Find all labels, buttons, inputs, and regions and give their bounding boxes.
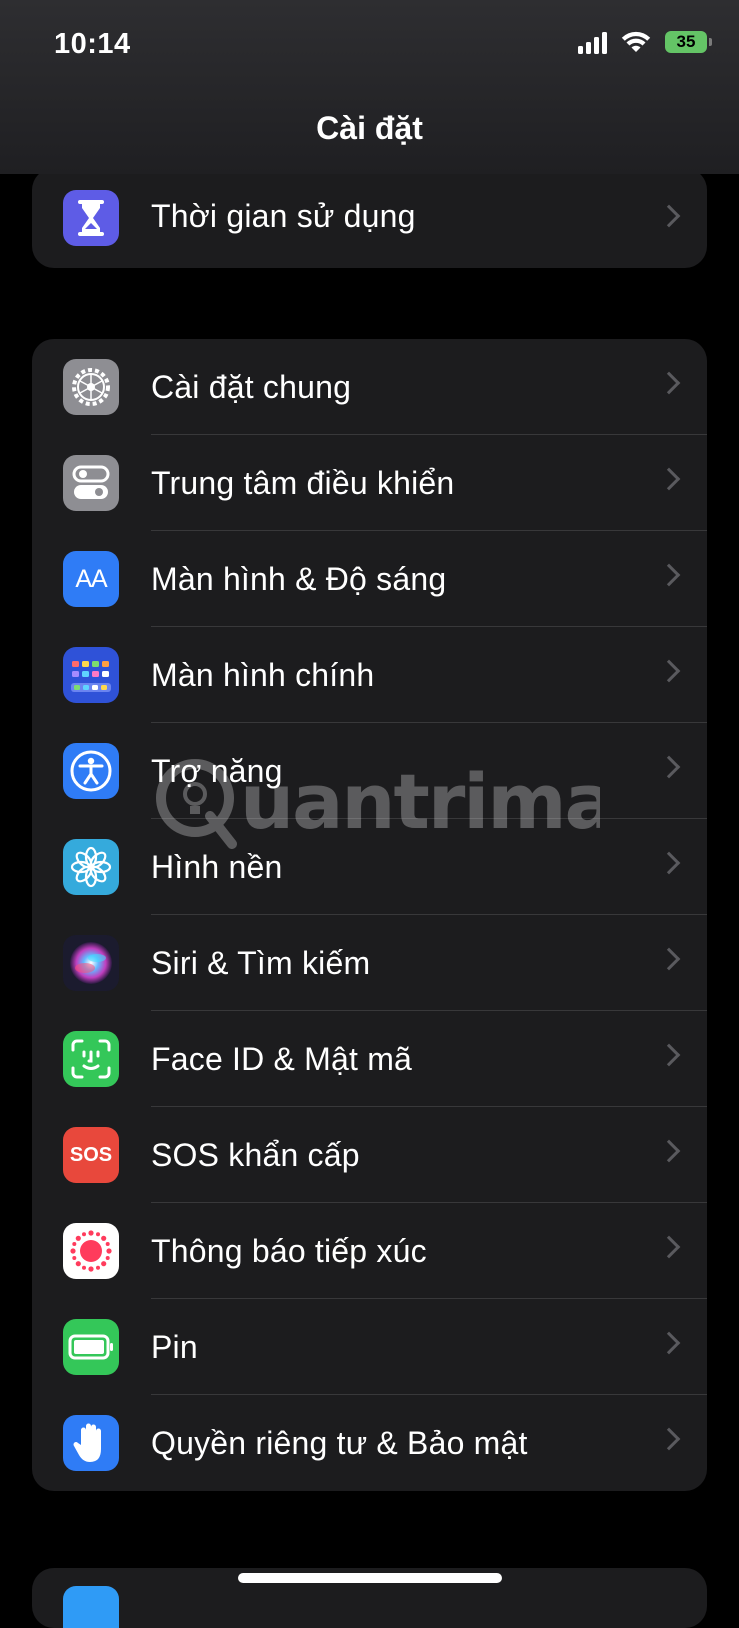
hourglass-icon [63,190,119,246]
settings-row-label: Trợ năng [151,752,283,789]
battery-icon [63,1319,119,1375]
settings-row-face-id[interactable]: Face ID & Mật mã [32,1011,707,1107]
siri-icon [63,935,119,991]
settings-row-battery[interactable]: Pin [32,1299,707,1395]
chevron-right-icon [657,467,681,491]
accessibility-icon [63,743,119,799]
settings-row-accessibility[interactable]: Trợ năng [32,723,707,819]
chevron-right-icon [657,371,681,395]
chevron-right-icon [657,1139,681,1163]
face-id-icon [63,1031,119,1087]
cellular-signal-icon [578,30,607,54]
gear-icon [63,359,119,415]
settings-row-label: Cài đặt chung [151,368,352,405]
status-icons: 35 [578,30,712,54]
chevron-right-icon [657,1427,681,1451]
settings-row-exposure-notifications[interactable]: Thông báo tiếp xúc [32,1203,707,1299]
flower-icon [63,839,119,895]
settings-row-display-brightness[interactable]: AA Màn hình & Độ sáng [32,531,707,627]
settings-row-label: SOS khẩn cấp [151,1136,360,1173]
chevron-right-icon [657,204,681,228]
wifi-icon [621,31,651,52]
settings-row-label: Face ID & Mật mã [151,1040,413,1077]
settings-row-control-center[interactable]: Trung tâm điều khiển [32,435,707,531]
home-indicator[interactable] [238,1573,502,1583]
chevron-right-icon [657,1235,681,1259]
navigation-bar: 10:14 35 Cài đặt [0,0,739,174]
settings-row-label: Pin [151,1328,198,1365]
settings-row-screen-time[interactable]: Thời gian sử dụng [32,168,707,268]
settings-row-wallpaper[interactable]: Hình nền [32,819,707,915]
app-store-icon [63,1586,119,1628]
settings-row-label: Hình nền [151,848,283,885]
settings-row-label: Thông báo tiếp xúc [151,1232,427,1269]
settings-row-label: Thời gian sử dụng [151,198,416,234]
page-title: Cài đặt [316,110,423,146]
settings-row-general[interactable]: Cài đặt chung [32,339,707,435]
settings-group-screen-time: Thời gian sử dụng [32,168,707,268]
text-size-glyph: AA [75,564,107,593]
settings-group-general: Cài đặt chung Trung tâm điều khiển AA Mà… [32,339,707,1491]
settings-row-label: Màn hình & Độ sáng [151,560,447,597]
settings-row-label: Trung tâm điều khiển [151,464,455,501]
text-size-icon: AA [63,551,119,607]
battery-level: 35 [676,32,696,51]
exposure-dots-icon [63,1223,119,1279]
sos-glyph: SOS [69,1143,113,1166]
battery-indicator: 35 [665,31,712,53]
chevron-right-icon [657,947,681,971]
chevron-right-icon [657,563,681,587]
settings-row-home-screen[interactable]: Màn hình chính [32,627,707,723]
settings-row-privacy-security[interactable]: Quyền riêng tư & Bảo mật [32,1395,707,1491]
home-grid-icon [63,647,119,703]
chevron-right-icon [657,1331,681,1355]
hand-icon [63,1415,119,1471]
sos-icon: SOS [63,1127,119,1183]
chevron-right-icon [657,755,681,779]
settings-row-emergency-sos[interactable]: SOS SOS khẩn cấp [32,1107,707,1203]
settings-row-siri-search[interactable]: Siri & Tìm kiếm [32,915,707,1011]
settings-row-label: Màn hình chính [151,656,375,693]
toggle-switches-icon [63,455,119,511]
chevron-right-icon [657,659,681,683]
chevron-right-icon [657,851,681,875]
status-time: 10:14 [54,28,131,60]
settings-row-label: Quyền riêng tư & Bảo mật [151,1424,528,1461]
settings-row-label: Siri & Tìm kiếm [151,944,371,981]
chevron-right-icon [657,1043,681,1067]
